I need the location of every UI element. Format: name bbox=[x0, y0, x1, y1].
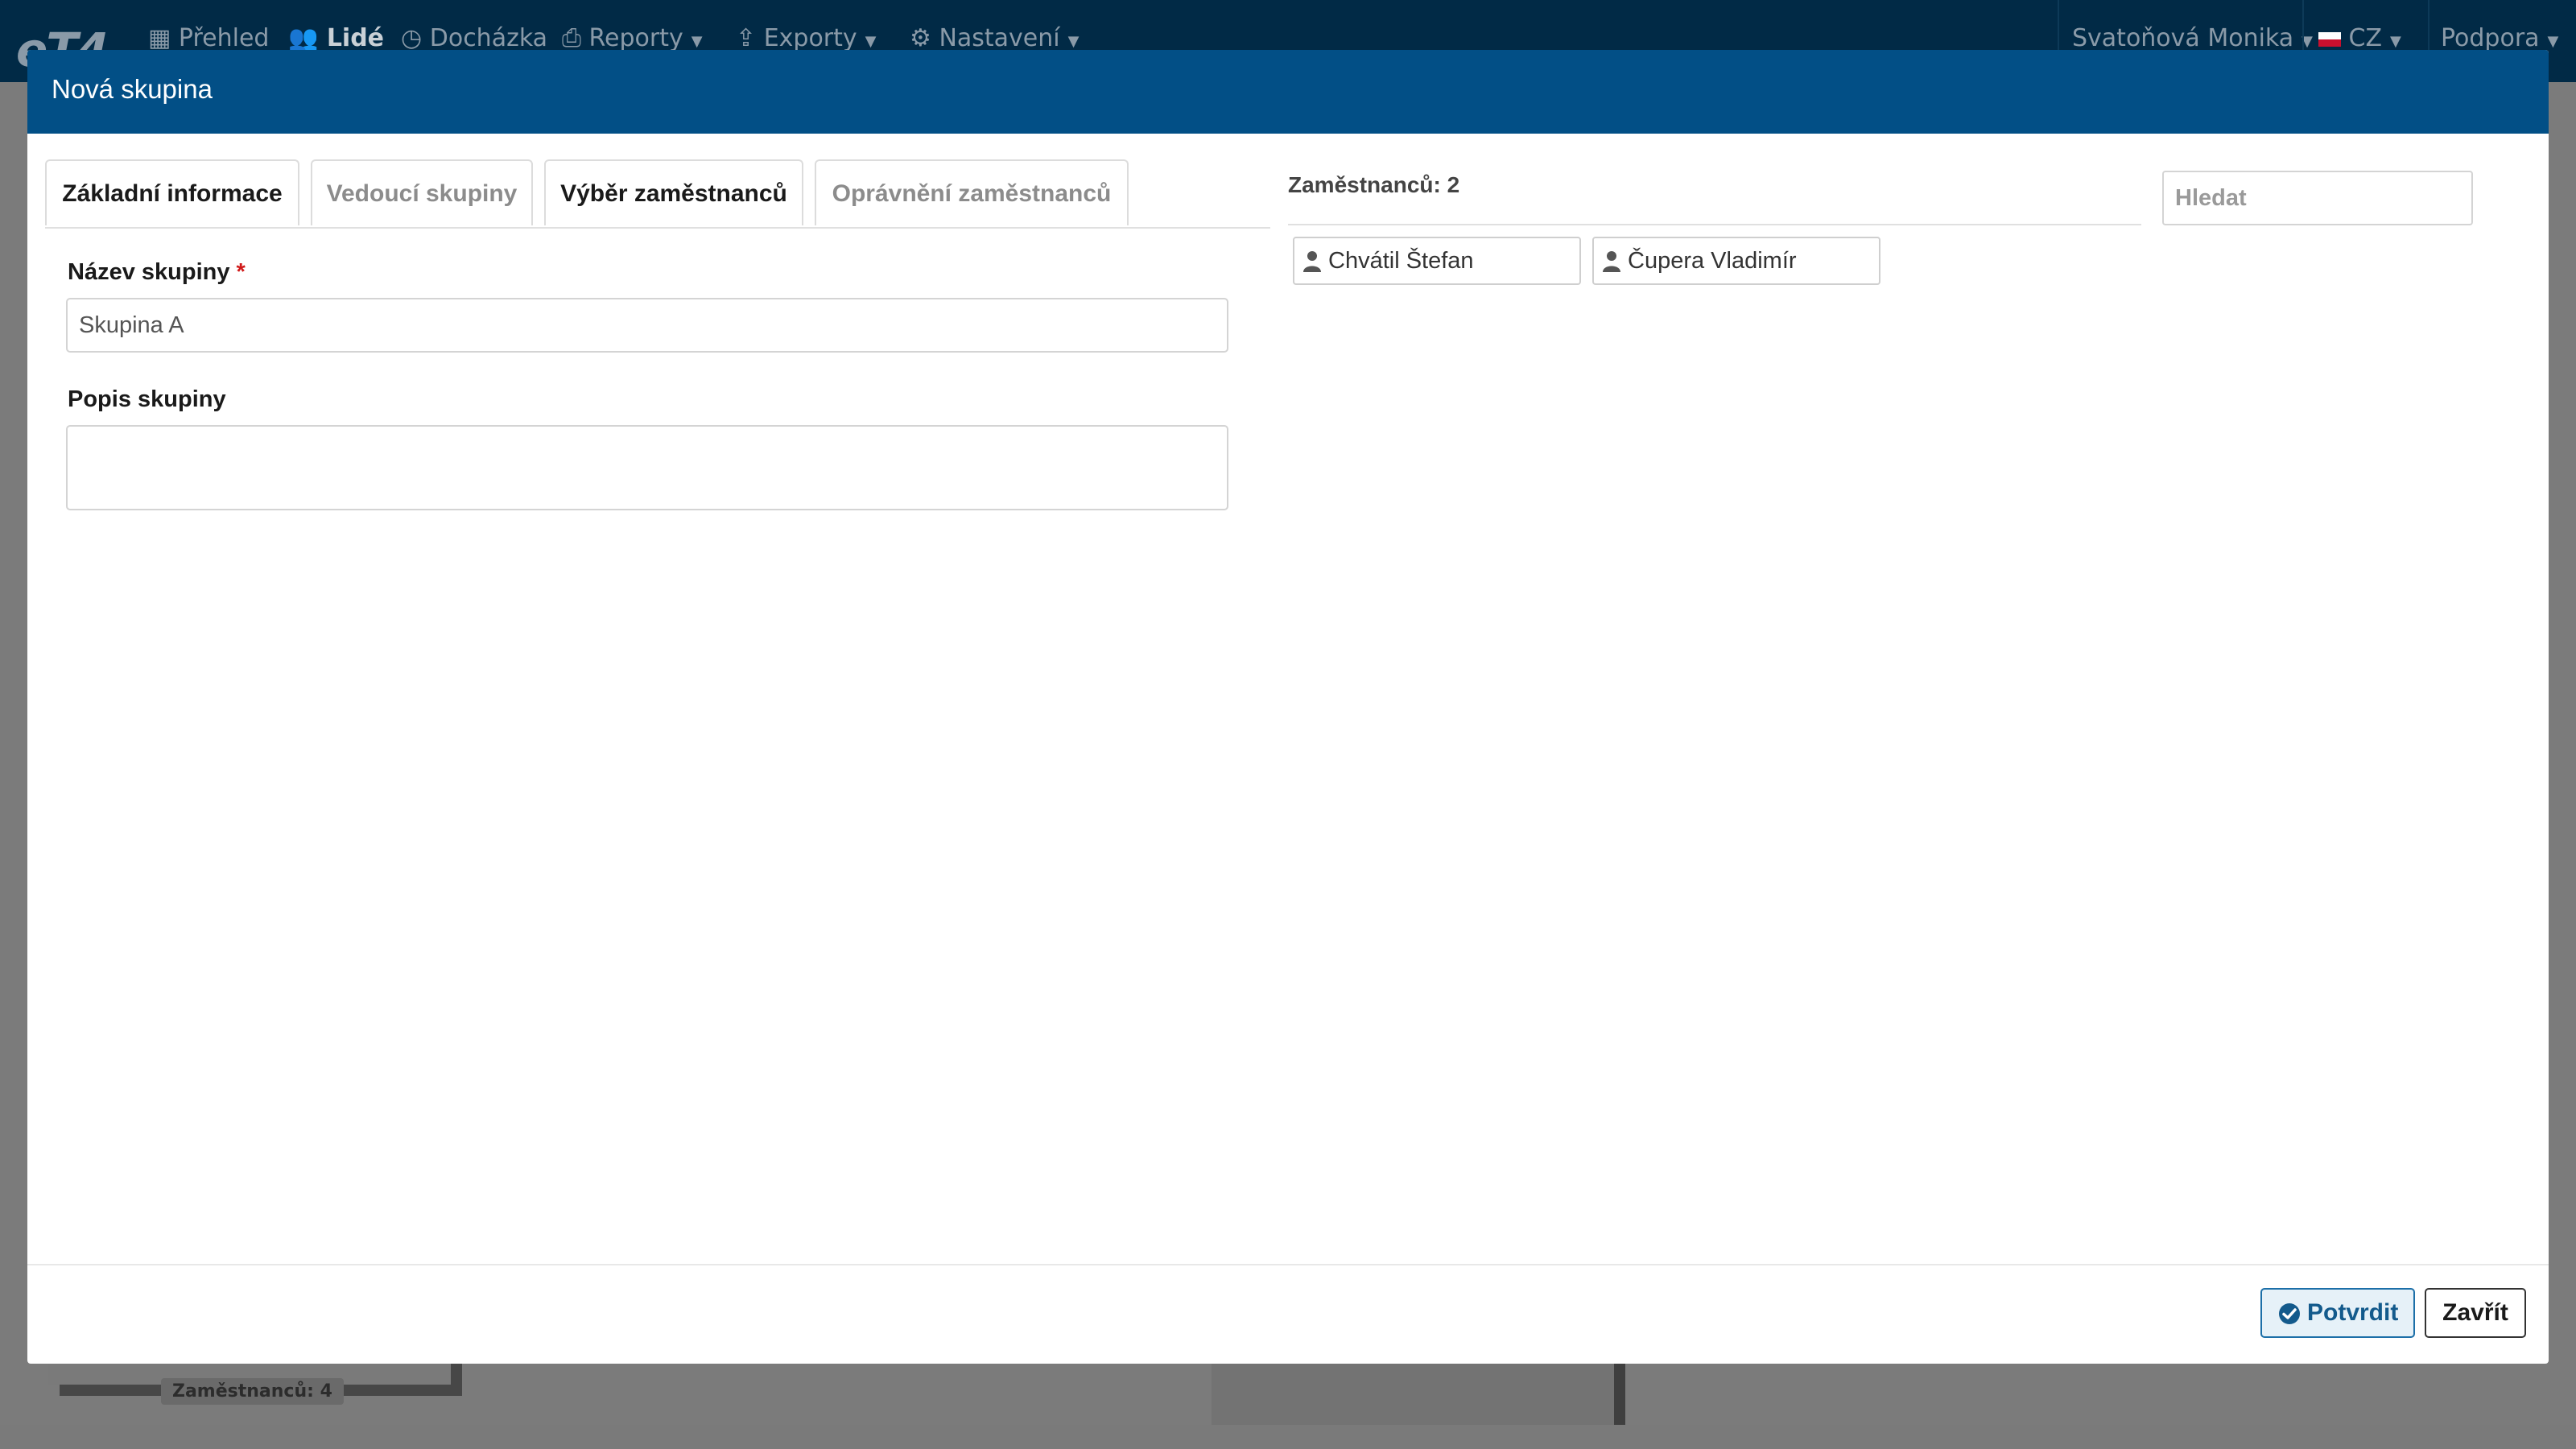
group-description-textarea[interactable] bbox=[66, 425, 1228, 510]
modal-title: Nová skupina bbox=[52, 74, 213, 104]
nav-label: Nastavení bbox=[939, 24, 1060, 52]
support-menu[interactable]: Podpora ▼ bbox=[2441, 24, 2558, 52]
close-button[interactable]: Zavřít bbox=[2425, 1288, 2526, 1338]
nav-label: Lidé bbox=[326, 24, 385, 52]
clock-icon: ◷ bbox=[401, 24, 423, 52]
printer-icon: ⎙ bbox=[562, 24, 581, 52]
language-menu[interactable]: CZ ▼ bbox=[2318, 24, 2401, 52]
employee-count-label: Zaměstnanců: 2 bbox=[1288, 172, 1460, 197]
check-circle-icon bbox=[2279, 1303, 2300, 1324]
right-panel-divider bbox=[1288, 224, 2141, 225]
background-panel bbox=[1212, 1360, 1625, 1425]
tab-employee-permissions[interactable]: Oprávnění zaměstnanců bbox=[815, 159, 1129, 225]
nav-item-prehled[interactable]: ▦ Přehled bbox=[148, 24, 269, 52]
caret-down-icon: ▼ bbox=[691, 33, 703, 50]
support-label: Podpora bbox=[2441, 24, 2540, 52]
nav-item-lide[interactable]: 👥 Lidé bbox=[288, 24, 384, 52]
group-name-label: Název skupiny * bbox=[68, 259, 246, 286]
caret-down-icon: ▼ bbox=[865, 33, 877, 50]
language-label: CZ bbox=[2348, 24, 2383, 52]
nav-item-dochazka[interactable]: ◷ Docházka bbox=[401, 24, 547, 52]
employee-name: Čupera Vladimír bbox=[1628, 248, 1797, 274]
nav-label: Přehled bbox=[178, 24, 270, 52]
group-name-input[interactable] bbox=[66, 298, 1228, 353]
required-marker: * bbox=[236, 259, 246, 285]
tab-basic-info[interactable]: Základní informace bbox=[45, 159, 299, 225]
group-description-label: Popis skupiny bbox=[68, 386, 226, 412]
background-count-badge: Zaměstnanců: 4 bbox=[161, 1378, 344, 1405]
user-icon bbox=[1303, 251, 1321, 272]
gear-icon: ⚙ bbox=[910, 24, 931, 52]
nav-label: Docházka bbox=[429, 24, 548, 52]
background-footer bbox=[0, 1425, 2576, 1449]
flag-icon bbox=[2318, 32, 2341, 47]
modal-header: Nová skupina bbox=[27, 50, 2549, 134]
nav-item-exporty[interactable]: ⇪ Exporty ▼ bbox=[736, 24, 877, 52]
employee-name: Chvátil Štefan bbox=[1328, 248, 1474, 274]
nav-label: Reporty bbox=[588, 24, 683, 52]
export-icon: ⇪ bbox=[736, 24, 757, 52]
tab-employee-selection[interactable]: Výběr zaměstnanců bbox=[544, 159, 803, 225]
user-menu[interactable]: Svatoňová Monika ▼ bbox=[2072, 24, 2313, 52]
user-icon bbox=[1603, 251, 1620, 272]
group-name-label-text: Název skupiny bbox=[68, 259, 230, 285]
confirm-button-label: Potvrdit bbox=[2307, 1299, 2399, 1326]
caret-down-icon: ▼ bbox=[2547, 33, 2559, 50]
modal-footer-divider bbox=[27, 1264, 2549, 1265]
caret-down-icon: ▼ bbox=[1067, 33, 1080, 50]
grid-icon: ▦ bbox=[148, 24, 171, 52]
employee-chip[interactable]: Čupera Vladimír bbox=[1592, 237, 1880, 285]
user-name: Svatoňová Monika bbox=[2072, 24, 2294, 52]
new-group-modal: Nová skupina Základní informace Vedoucí … bbox=[27, 50, 2549, 1364]
nav-label: Exporty bbox=[763, 24, 857, 52]
tab-group-leaders[interactable]: Vedoucí skupiny bbox=[311, 159, 533, 225]
employee-chip[interactable]: Chvátil Štefan bbox=[1293, 237, 1581, 285]
tab-bar: Základní informace Vedoucí skupiny Výběr… bbox=[45, 159, 1270, 229]
nav-item-reporty[interactable]: ⎙ Reporty ▼ bbox=[562, 24, 703, 52]
caret-down-icon: ▼ bbox=[2390, 33, 2401, 50]
nav-item-nastaveni[interactable]: ⚙ Nastavení ▼ bbox=[910, 24, 1079, 52]
employee-search-input[interactable] bbox=[2162, 171, 2473, 225]
confirm-button[interactable]: Potvrdit bbox=[2260, 1288, 2415, 1338]
users-icon: 👥 bbox=[288, 24, 319, 52]
